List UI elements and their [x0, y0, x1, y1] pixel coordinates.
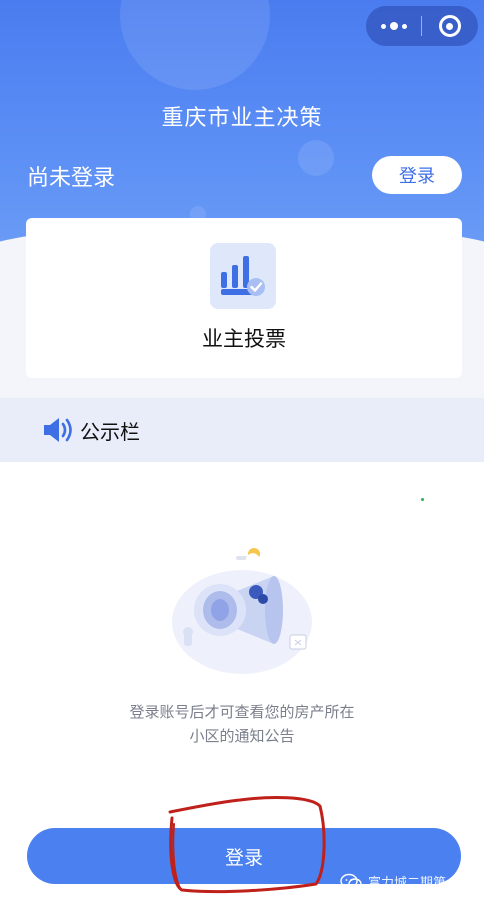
target-close-icon[interactable] — [422, 6, 477, 46]
header: 重庆市业主决策 尚未登录 登录 — [0, 0, 484, 250]
speaker-icon — [44, 418, 72, 442]
watermark-text: 富力城二期第一区 — [368, 876, 473, 891]
bar-chart-check-icon[interactable] — [210, 243, 276, 309]
red-circle-annotation — [168, 796, 326, 894]
mini-program-capsule — [366, 6, 478, 46]
login-status: 尚未登录 — [27, 166, 116, 191]
empty-notice-text: 登录账号后才可查看您的房产所在 小区的通知公告 — [0, 700, 484, 748]
app-title: 重庆市业主决策 — [161, 106, 323, 131]
more-dots-icon[interactable] — [366, 6, 421, 46]
empty-text-line: 登录账号后才可查看您的房产所在 — [129, 703, 355, 721]
watermark: 富力城二期第一区 — [340, 872, 472, 891]
notice-title: 公示栏 — [80, 419, 140, 444]
decor-bubble — [298, 140, 334, 176]
status-dot — [421, 498, 424, 501]
feature-card: 业主投票 — [26, 218, 462, 378]
header-login-button[interactable]: 登录 — [372, 156, 462, 194]
notice-bar: 公示栏 — [0, 398, 484, 462]
megaphone-illustration — [172, 548, 312, 674]
decor-bubble — [120, 0, 270, 90]
owner-vote-label[interactable]: 业主投票 — [26, 323, 462, 353]
empty-text-line: 小区的通知公告 — [189, 727, 295, 745]
wechat-icon — [340, 873, 362, 890]
